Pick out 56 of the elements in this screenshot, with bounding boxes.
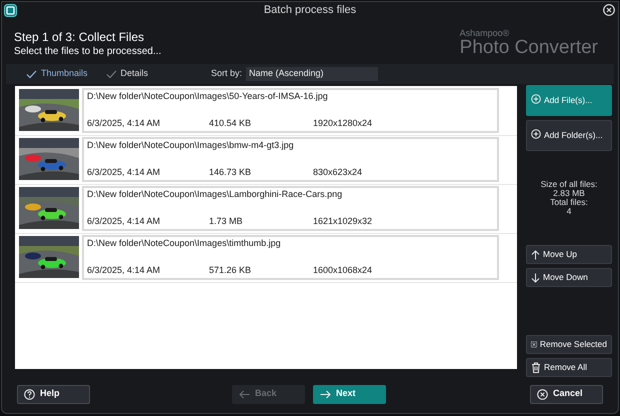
remove-selected-icon: [531, 339, 537, 350]
remove-all-button[interactable]: Remove All: [526, 358, 612, 377]
file-card[interactable]: D:\New folder\NoteCoupon\Images\bmw-m4-gt3.jpg 6/3/2025, 4:14 AM 146.73 KB 830x623x24: [82, 137, 499, 182]
file-size: 1.73 MB: [209, 214, 244, 228]
file-size: 410.54 KB: [209, 116, 252, 130]
summary-text: Total files:: [550, 198, 588, 207]
plus-circle-icon: [531, 129, 541, 139]
move-up-button[interactable]: Move Up: [526, 245, 612, 264]
help-icon: [24, 388, 35, 400]
check-icon: [26, 70, 37, 78]
add-folders-button[interactable]: Add Folder(s)...: [526, 120, 612, 151]
brand-text: Ashampoo®: [460, 28, 510, 38]
close-icon[interactable]: [603, 4, 615, 16]
file-date: 6/3/2025, 4:14 AM: [87, 264, 162, 276]
right-arrow-icon: [320, 390, 331, 398]
remove-selected-button[interactable]: Remove Selected: [526, 335, 612, 354]
file-path: D:\New folder\NoteCoupon\Images\bmw-m4-gt3.jpg: [87, 139, 295, 152]
file-size: 146.73 KB: [209, 166, 252, 178]
file-size: 571.26 KB: [209, 264, 252, 276]
next-button[interactable]: Next: [313, 384, 386, 404]
step-title: Step 1 of 3: Collect Files: [14, 30, 146, 45]
cancel-button[interactable]: Cancel: [530, 384, 603, 404]
file-card[interactable]: D:\New folder\NoteCoupon\Images\Lamborghini-Race-Cars.png 6/3/2025, 4:14 AM 1.73 MB 1621x1029x32: [82, 186, 499, 231]
view-tab[interactable]: Details: [106, 67, 148, 81]
summary-text: 4: [566, 207, 572, 216]
move-down-button[interactable]: Move Down: [526, 268, 612, 287]
image-dimensions: 830x623x24: [313, 166, 362, 178]
instruction-text: Select the files to be processed...: [14, 45, 162, 58]
file-path: D:\New folder\NoteCoupon\Images\timthumb.jpg: [87, 237, 282, 250]
down-arrow-icon: [531, 272, 540, 282]
summary-text: Size of all files:: [540, 180, 598, 189]
view-tab[interactable]: Thumbnails: [26, 67, 88, 81]
file-path: D:\New folder\NoteCoupon\Images\50-Years-of-IMSA-16.jpg: [87, 90, 329, 103]
add-files-button[interactable]: Add File(s)...: [526, 85, 612, 116]
summary-text: 2.83 MB: [553, 189, 585, 198]
left-arrow-icon: [239, 390, 250, 398]
image-dimensions: 1920x1280x24: [313, 116, 372, 130]
up-arrow-icon: [531, 250, 540, 260]
window-title: Batch process files: [264, 3, 356, 18]
sort-dropdown[interactable]: Name (Ascending): [246, 67, 378, 81]
file-date: 6/3/2025, 4:14 AM: [87, 166, 162, 178]
image-dimensions: 1600x1068x24: [313, 264, 372, 276]
check-icon: [106, 70, 117, 78]
image-dimensions: 1621x1029x32: [313, 214, 372, 228]
file-card[interactable]: D:\New folder\NoteCoupon\Images\timthumb.jpg 6/3/2025, 4:14 AM 571.26 KB 1600x1068x24: [82, 235, 499, 280]
file-date: 6/3/2025, 4:14 AM: [87, 214, 162, 228]
help-button[interactable]: Help: [17, 384, 90, 404]
trash-icon: [531, 362, 541, 373]
file-date: 6/3/2025, 4:14 AM: [87, 116, 162, 130]
cancel-icon: [537, 388, 548, 400]
app-icon: [4, 4, 17, 17]
product-logo: Photo Converter: [460, 38, 598, 58]
plus-circle-icon: [531, 94, 541, 104]
file-card[interactable]: D:\New folder\NoteCoupon\Images\50-Years-of-IMSA-16.jpg 6/3/2025, 4:14 AM 410.54 KB 1920x1280x24: [82, 88, 499, 133]
sort-label: Sort by:: [211, 67, 242, 80]
file-path: D:\New folder\NoteCoupon\Images\Lamborghini-Race-Cars.png: [87, 188, 344, 201]
